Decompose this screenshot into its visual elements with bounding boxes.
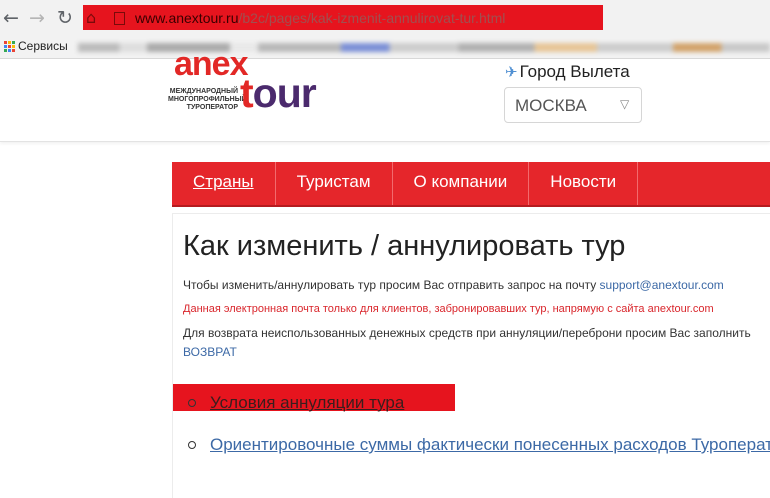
back-arrow-icon[interactable]: ← [0, 7, 22, 29]
list-item-label: Условия аннуляции тура [210, 393, 405, 412]
plane-icon: ✈ [505, 63, 518, 81]
refund-link[interactable]: ВОЗВРАТ [183, 345, 237, 359]
email-notice: Данная электронная почта только для клие… [183, 303, 714, 315]
logo-tour[interactable]: tour [240, 70, 317, 117]
page-title: Как изменить / аннулировать тур [183, 230, 626, 262]
departure-city-select[interactable]: МОСКВА ▽ [504, 87, 642, 123]
page-icon [114, 12, 125, 25]
list-item-cancellation-terms[interactable]: Условия аннуляции тура [188, 393, 404, 413]
nav-item-about[interactable]: О компании [393, 162, 530, 205]
forward-arrow-icon[interactable]: → [26, 7, 48, 29]
bullet [188, 399, 196, 407]
bookmarks-bar: Сервисы [0, 36, 770, 59]
logo-anex[interactable]: anex [174, 45, 248, 84]
instruction-text: Чтобы изменить/аннулировать тур просим В… [183, 278, 724, 292]
nav-item-countries[interactable]: Страны [172, 162, 276, 205]
chevron-down-icon: ▽ [620, 97, 630, 111]
nav-item-tourists[interactable]: Туристам [276, 162, 393, 205]
instruction-text-body: Чтобы изменить/аннулировать тур просим В… [183, 278, 600, 292]
reload-icon[interactable]: ↻ [54, 7, 76, 29]
bullet [188, 441, 196, 449]
support-email-link[interactable]: support@anextour.com [600, 278, 724, 292]
departure-city-text: Город Вылета [519, 62, 630, 81]
apps-grid-icon[interactable] [4, 41, 15, 52]
url-path: /b2c/pages/kak-izmenit-annulirovat-tur.h… [238, 10, 506, 26]
bookmark-services[interactable]: Сервисы [18, 39, 68, 53]
home-icon[interactable]: ⌂ [86, 8, 96, 27]
nav-item-news[interactable]: Новости [529, 162, 639, 205]
refund-text: Для возврата неиспользованных денежных с… [183, 326, 751, 340]
nav-item-label: Новости [550, 172, 617, 191]
logo-tour-t: t [240, 70, 254, 116]
nav-item-label: О компании [413, 172, 508, 191]
departure-city-label: ✈ Город Вылета [505, 62, 630, 82]
browser-toolbar: ← → ↻ ⌂ www.anextour.ru/b2c/pages/kak-iz… [0, 0, 770, 36]
departure-city-value: МОСКВА [515, 96, 587, 115]
content-panel: Как изменить / аннулировать тур Чтобы из… [172, 213, 770, 498]
url-text: www.anextour.ru/b2c/pages/kak-izmenit-an… [135, 10, 505, 26]
nav-item-label: Страны [193, 172, 254, 191]
list-item-label: Ориентировочные суммы фактически понесен… [210, 435, 770, 454]
nav-item-label: Туристам [296, 172, 371, 191]
site-header: anex МЕЖДУНАРОДНЫЙ МНОГОПРОФИЛЬНЫЙ ТУРОП… [0, 45, 770, 142]
logo-tour-rest: our [252, 70, 317, 116]
address-bar[interactable]: ⌂ www.anextour.ru/b2c/pages/kak-izmenit-… [83, 5, 603, 30]
list-item-expenses[interactable]: Ориентировочные суммы фактически понесен… [188, 435, 770, 455]
logo-tagline: МЕЖДУНАРОДНЫЙ МНОГОПРОФИЛЬНЫЙ ТУРОПЕРАТО… [168, 88, 247, 111]
main-nav: Страны Туристам О компании Новости [172, 162, 770, 207]
url-host: www.anextour.ru [135, 10, 239, 26]
